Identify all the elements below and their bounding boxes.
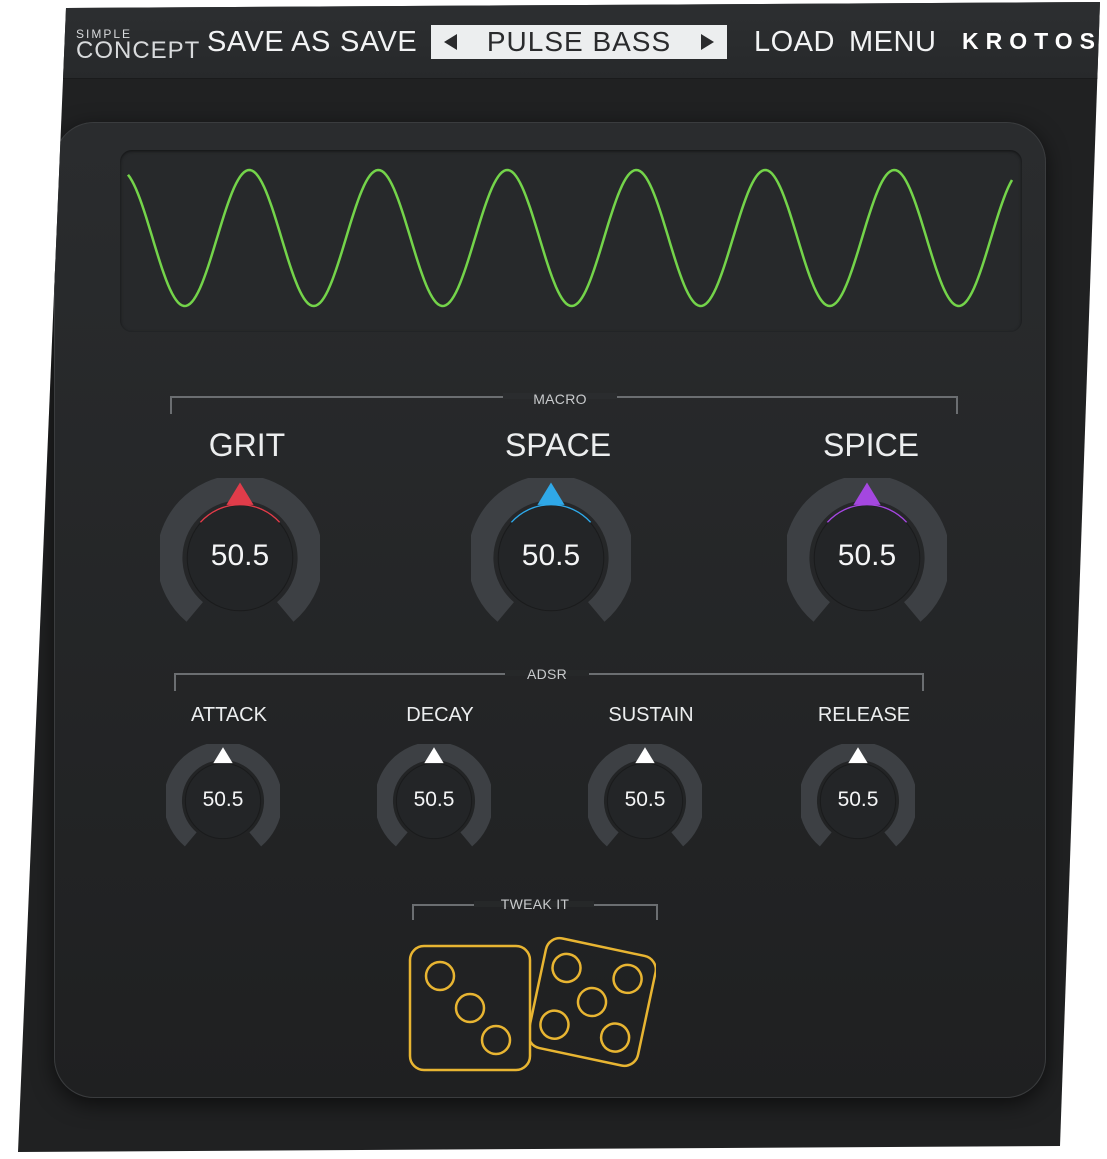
attack-knob[interactable]: 50.5 (166, 744, 280, 858)
preset-selector[interactable]: PULSE BASS (431, 25, 727, 59)
adsr-section-label: ADSR (526, 666, 568, 682)
spice-knob[interactable]: 50.5 (787, 478, 947, 638)
release-knob[interactable]: 50.5 (801, 744, 915, 858)
space-knob[interactable]: 50.5 (471, 478, 631, 638)
save-button[interactable]: SAVE (340, 26, 417, 59)
waveform-line (126, 168, 1014, 308)
grit-title: GRIT (208, 427, 286, 463)
grit-knob[interactable]: 50.5 (160, 478, 320, 638)
save-as-button[interactable]: SAVE AS (207, 26, 331, 59)
grit-knob-value: 50.5 (210, 539, 270, 573)
release-knob-value: 50.5 (837, 787, 879, 811)
attack-knob-value: 50.5 (202, 787, 244, 811)
prev-preset-icon[interactable] (444, 34, 457, 50)
decay-knob-value: 50.5 (413, 787, 455, 811)
oscilloscope-display (120, 150, 1022, 332)
decay-title: DECAY (406, 704, 474, 726)
sustain-title: SUSTAIN (608, 704, 694, 726)
krotos-brand: KROTOS (962, 28, 1102, 54)
plugin-window: SIMPLE CONCEPT SAVE AS SAVE PULSE BASS L… (18, 2, 1102, 1152)
tweak-section-label: TWEAK IT (500, 896, 570, 912)
next-preset-icon[interactable] (701, 34, 714, 50)
randomize-dice-icon[interactable] (404, 926, 656, 1076)
spice-title: SPICE (822, 427, 920, 463)
preset-name: PULSE BASS (486, 26, 672, 57)
attack-title: ATTACK (191, 704, 267, 726)
logo-big-text: CONCEPT (76, 37, 201, 64)
sustain-knob[interactable]: 50.5 (588, 744, 702, 858)
spice-knob-value: 50.5 (837, 539, 897, 573)
load-button[interactable]: LOAD (754, 26, 835, 59)
waveform (126, 168, 1014, 308)
menu-button[interactable]: MENU (849, 26, 936, 59)
space-title: SPACE (504, 427, 612, 463)
space-knob-value: 50.5 (521, 539, 581, 573)
simple-concept-logo: SIMPLE CONCEPT (76, 28, 200, 63)
top-bar: SIMPLE CONCEPT SAVE AS SAVE PULSE BASS L… (18, 2, 1102, 79)
release-title: RELEASE (817, 704, 911, 726)
sustain-knob-value: 50.5 (624, 787, 666, 811)
decay-knob[interactable]: 50.5 (377, 744, 491, 858)
macro-section-label: MACRO (533, 391, 587, 407)
dice-icon[interactable] (404, 926, 656, 1076)
